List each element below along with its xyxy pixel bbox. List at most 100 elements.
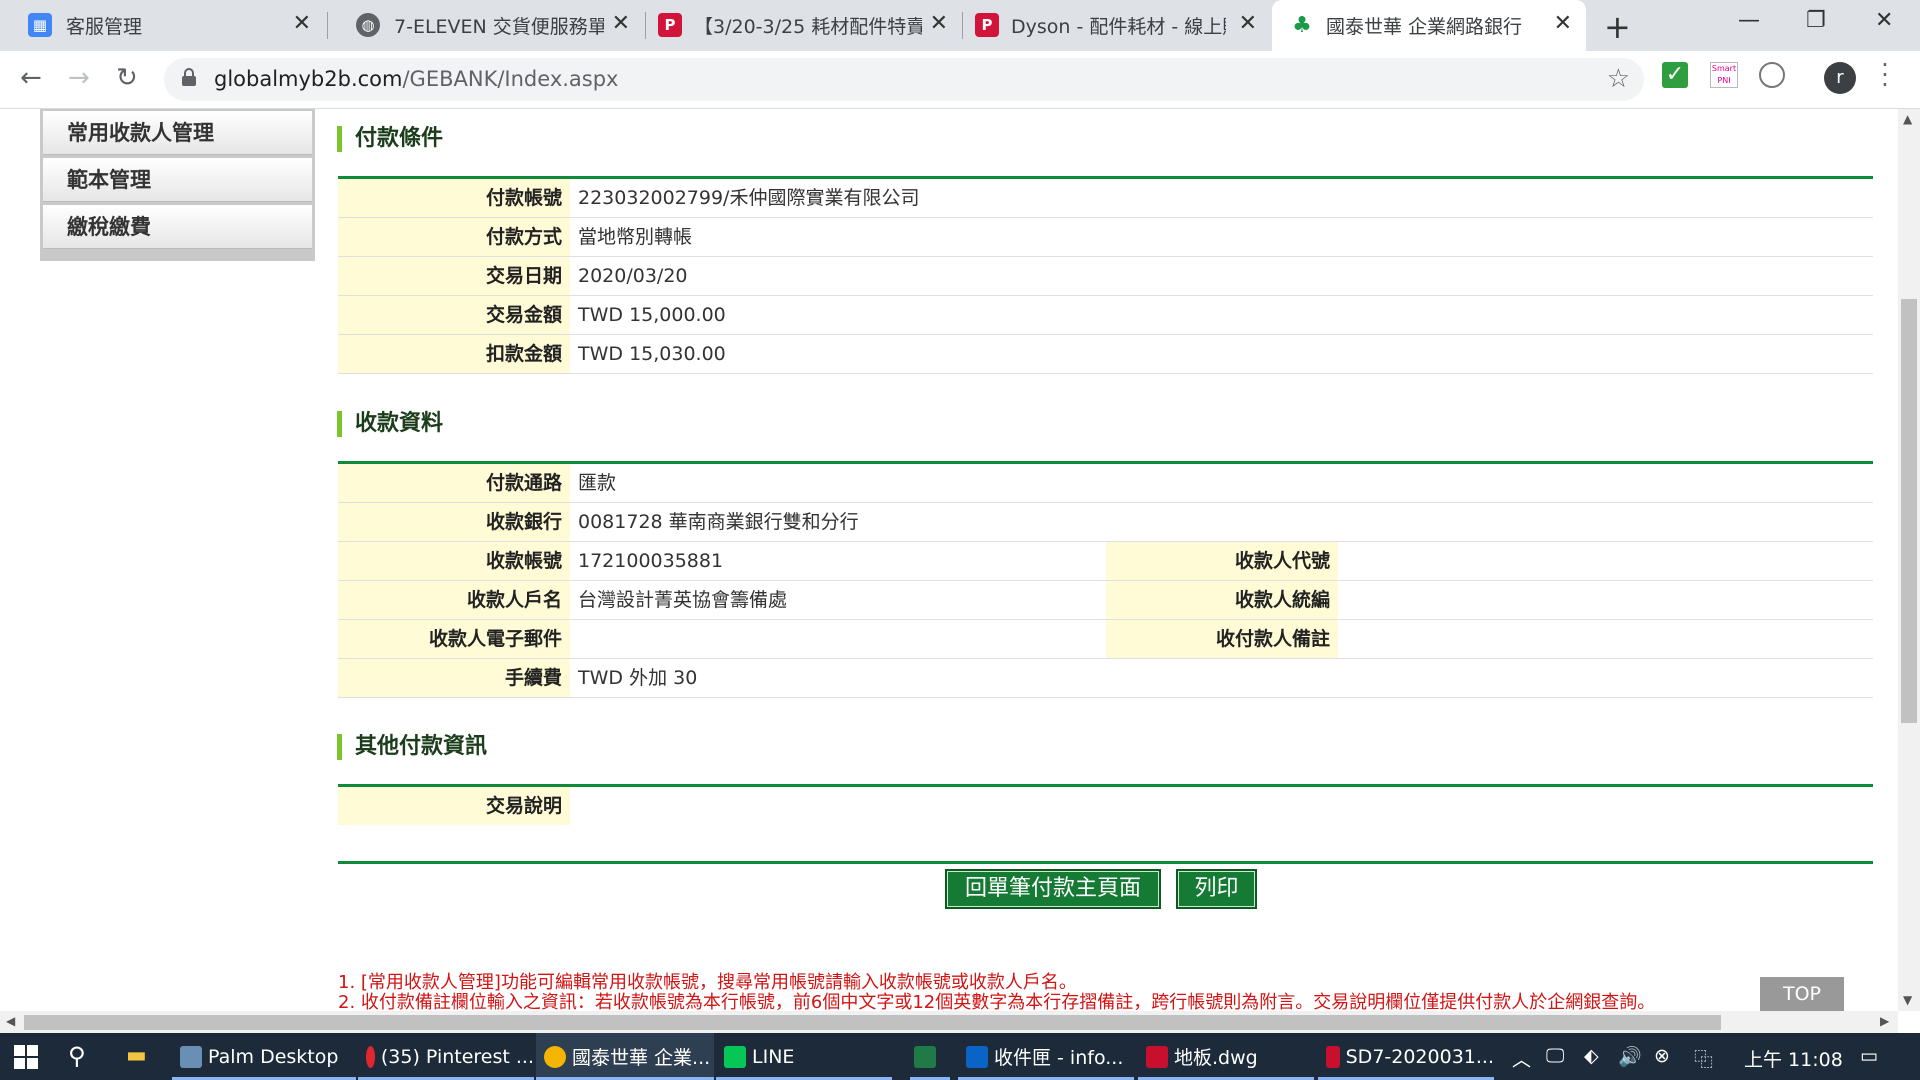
section-title-payee-info: 收款資料 [337, 409, 443, 439]
taskbar-item-excel[interactable] [906, 1033, 956, 1080]
back-to-payment-button[interactable]: 回單筆付款主頁面 [945, 869, 1161, 909]
volume-icon[interactable]: 🔊 [1618, 1045, 1642, 1068]
table-row: 付款通路 匯款 [338, 464, 1873, 503]
field-label: 交易金額 [338, 296, 570, 334]
blocked-icon[interactable]: ⊗ [1654, 1045, 1670, 1067]
reload-icon[interactable]: ↻ [116, 63, 138, 93]
scrollbar-thumb[interactable] [24, 1015, 1721, 1030]
debit-amount-value: TWD 15,030.00 [570, 335, 726, 373]
file-explorer-icon[interactable]: ▬ [126, 1043, 147, 1068]
sidebar-item-template-management[interactable]: 範本管理 [43, 158, 312, 202]
field-label: 手續費 [338, 659, 570, 697]
restore-icon[interactable]: ❐ [1806, 8, 1826, 33]
payee-tax-id-value [1338, 581, 1346, 619]
close-icon[interactable]: ✕ [1554, 11, 1572, 36]
taskbar-item-autocad-sd7[interactable]: SD7-2020031... [1318, 1033, 1494, 1080]
checkmark-extension-icon[interactable]: ✓ [1662, 62, 1688, 88]
field-label: 交易日期 [338, 257, 570, 295]
sidebar-item-payee-management[interactable]: 常用收款人管理 [43, 111, 312, 155]
windows-start-icon[interactable] [14, 1045, 38, 1069]
close-icon[interactable]: ✕ [1239, 11, 1257, 36]
payee-name-value: 台灣設計菁英協會籌備處 [570, 581, 788, 619]
payment-channel-value: 匯款 [570, 464, 617, 502]
ime-icon[interactable]: ⿻ [1694, 1045, 1713, 1072]
close-window-icon[interactable]: ✕ [1875, 8, 1893, 33]
taskbar-label: LINE [752, 1045, 795, 1068]
opera-icon [366, 1045, 375, 1068]
new-tab-icon[interactable]: + [1604, 8, 1631, 46]
taskbar-item-opera[interactable]: (35) Pinterest ... [358, 1033, 534, 1080]
transaction-amount-value: TWD 15,000.00 [570, 296, 726, 334]
scroll-right-icon[interactable]: ▶ [1880, 1014, 1889, 1028]
field-label: 付款方式 [338, 218, 570, 256]
scroll-down-icon[interactable]: ▼ [1903, 993, 1912, 1007]
payee-code-value [1338, 542, 1346, 580]
tab-dyson[interactable]: P Dyson - 配件耗材 - 線上購 ✕ [963, 0, 1271, 51]
payee-email-value [570, 620, 578, 658]
circle-extension-icon[interactable] [1759, 62, 1785, 88]
horizontal-scrollbar[interactable]: ◀ ▶ [0, 1011, 1898, 1033]
table-row: 收款人戶名 台灣設計菁英協會籌備處 收款人統編 [338, 581, 1873, 620]
close-icon[interactable]: ✕ [612, 11, 630, 36]
minimize-icon[interactable]: — [1738, 8, 1760, 33]
tab-cathay-bank[interactable]: ♣ 國泰世華 企業網路銀行 ✕ [1272, 0, 1586, 51]
section-title-other-info: 其他付款資訊 [337, 732, 487, 762]
network-icon[interactable]: 🖵 [1546, 1045, 1564, 1067]
scroll-up-icon[interactable]: ▲ [1903, 112, 1912, 126]
clock[interactable]: 上午 11:08 [1744, 1045, 1843, 1072]
field-label: 交易說明 [338, 787, 570, 825]
sidebar-item-tax-payment[interactable]: 繳稅繳費 [43, 205, 312, 249]
taskbar-item-autocad-floor[interactable]: 地板.dwg [1138, 1033, 1314, 1080]
table-row: 交易日期 2020/03/20 [338, 257, 1873, 296]
chevron-up-icon[interactable]: ︿ [1512, 1045, 1531, 1072]
notification-icon[interactable]: ▭ [1860, 1045, 1878, 1067]
tab-7eleven[interactable]: ◍ 7-ELEVEN 交貨便服務單 ✕ [328, 0, 644, 51]
dropbox-icon[interactable]: ⬖ [1584, 1045, 1599, 1067]
palm-icon [180, 1045, 202, 1068]
close-icon[interactable]: ✕ [293, 11, 311, 36]
scrollbar-thumb[interactable] [1901, 299, 1917, 723]
payee-account-value: 172100035881 [570, 542, 724, 580]
taskbar-label: SD7-2020031... [1345, 1045, 1494, 1068]
taskbar-item-palm-desktop[interactable]: Palm Desktop [172, 1033, 356, 1080]
tab-title: 客服管理 [66, 16, 143, 38]
taskbar-label: (35) Pinterest ... [380, 1045, 534, 1068]
taskbar-item-chrome[interactable]: 國泰世華 企業... [536, 1033, 714, 1080]
menu-dots-icon[interactable]: · · · [1880, 53, 1890, 97]
field-label: 付款帳號 [338, 179, 570, 217]
profile-avatar[interactable]: r [1824, 62, 1856, 94]
close-icon[interactable]: ✕ [930, 11, 948, 36]
vertical-scrollbar[interactable]: ▲ ▼ [1898, 109, 1920, 1011]
autocad-icon [1146, 1045, 1168, 1068]
search-icon[interactable]: ⚲ [68, 1042, 86, 1070]
table-row: 付款方式 當地幣別轉帳 [338, 218, 1873, 257]
field-label: 收款人電子郵件 [338, 620, 570, 658]
smart-pni-extension-icon[interactable]: Smart PNI [1710, 62, 1738, 88]
tab-sale[interactable]: P 【3/20-3/25 耗材配件特賣 ✕ [646, 0, 962, 51]
note-line: 2. 收付款備註欄位輸入之資訊：若收款帳號為本行帳號，前6個中文字或12個英數字… [338, 992, 1656, 1011]
forward-arrow-icon[interactable]: → [68, 63, 90, 93]
taskbar-item-outlook[interactable]: 收件匣 - info... [958, 1033, 1134, 1080]
back-arrow-icon[interactable]: ← [20, 63, 42, 93]
field-label: 收款人戶名 [338, 581, 570, 619]
table-row: 收款人電子郵件 收付款人備註 [338, 620, 1873, 659]
p-logo-icon: P [975, 13, 999, 37]
address-input[interactable]: globalmyb2b.com/GEBANK/Index.aspx ☆ [164, 58, 1644, 101]
taskbar-item-line[interactable]: LINE [716, 1033, 892, 1080]
windows-taskbar: ⚲ ▬ Palm Desktop (35) Pinterest ... 國泰世華… [0, 1033, 1920, 1080]
bookmark-star-icon[interactable]: ☆ [1607, 64, 1630, 94]
field-label: 付款通路 [338, 464, 570, 502]
back-to-top-button[interactable]: TOP [1760, 977, 1844, 1011]
browser-tab-bar: ▦ 客服管理 ✕ ◍ 7-ELEVEN 交貨便服務單 ✕ P 【3/20-3/2… [0, 0, 1920, 51]
field-label: 收款帳號 [338, 542, 570, 580]
scroll-left-icon[interactable]: ◀ [6, 1014, 15, 1028]
payer-account-value: 223032002799/禾仲國際實業有限公司 [570, 179, 920, 217]
tree-logo-icon: ♣ [1292, 12, 1312, 38]
field-label: 收款銀行 [338, 503, 570, 541]
tab-customer-service[interactable]: ▦ 客服管理 ✕ [0, 0, 325, 51]
taskbar-label: Palm Desktop [208, 1045, 339, 1068]
tab-title: 7-ELEVEN 交貨便服務單 [394, 16, 604, 38]
print-button[interactable]: 列印 [1176, 869, 1257, 909]
taskbar-label: 國泰世華 企業... [572, 1047, 711, 1069]
section-title-payment-terms: 付款條件 [337, 124, 443, 154]
